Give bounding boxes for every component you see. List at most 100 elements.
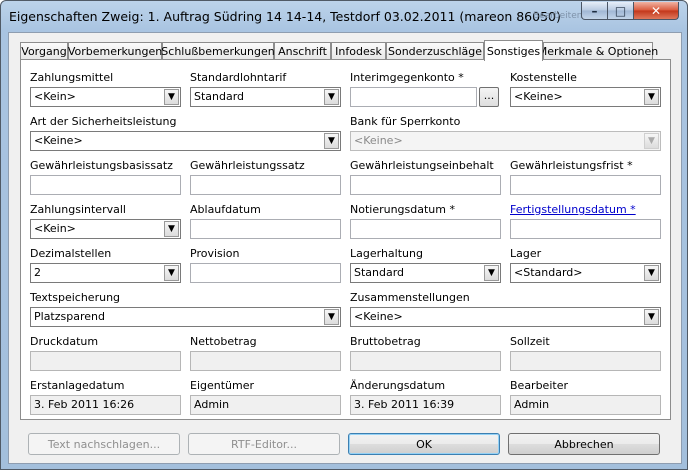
aenderungsdatum-label: Änderungsdatum xyxy=(350,379,446,392)
close-button[interactable]: ✕ xyxy=(633,2,679,20)
sicherheitsleistung-label: Art der Sicherheitsleistung xyxy=(30,115,177,128)
dialog-client-area: Vorgang Vorbemerkungen Schlußbemerkungen… xyxy=(8,32,682,464)
tab-sonderzuschlaege[interactable]: Sonderzuschläge xyxy=(386,42,484,60)
properties-dialog: Eigenschaften Zweig: 1. Auftrag Südring … xyxy=(0,0,688,470)
chevron-down-icon[interactable]: ▼ xyxy=(324,133,339,149)
zahlungsintervall-select[interactable]: <Kein> ▼ xyxy=(30,219,181,239)
bruttobetrag-label: Bruttobetrag xyxy=(350,335,421,348)
sonstiges-panel: Zahlungsmittel <Kein> ▼ Standardlohntarif… xyxy=(20,59,671,420)
gewbasissatz-input[interactable] xyxy=(30,175,181,195)
tab-anschrift[interactable]: Anschrift xyxy=(274,42,331,60)
interimgegenkonto-input[interactable] xyxy=(350,87,477,107)
sperrkonto-value: <Keine> xyxy=(354,134,403,147)
chevron-down-icon[interactable]: ▼ xyxy=(164,221,179,237)
textspeicherung-select[interactable]: Platzsparend ▼ xyxy=(30,307,341,327)
geweinbehalt-input[interactable] xyxy=(350,175,501,195)
ablaufdatum-label: Ablaufdatum xyxy=(190,203,261,216)
zahlungsintervall-label: Zahlungsintervall xyxy=(30,203,126,216)
ok-button[interactable]: OK xyxy=(348,433,500,455)
dezimalstellen-select[interactable]: 2 ▼ xyxy=(30,263,181,283)
gewfrist-input[interactable] xyxy=(510,175,661,195)
fertigstellungsdatum-link[interactable]: Fertigstellungsdatum * xyxy=(510,203,636,216)
notierungsdatum-input[interactable] xyxy=(350,219,501,239)
sollzeit-field xyxy=(510,351,661,371)
standardlohntarif-label: Standardlohntarif xyxy=(190,71,287,84)
nettobetrag-label: Nettobetrag xyxy=(190,335,257,348)
lager-label: Lager xyxy=(510,247,542,260)
chevron-down-icon[interactable]: ▼ xyxy=(324,309,339,325)
chevron-down-icon[interactable]: ▼ xyxy=(484,265,499,281)
ablaufdatum-input[interactable] xyxy=(190,219,341,239)
gewfrist-label: Gewährleistungsfrist * xyxy=(510,159,633,172)
zahlungsmittel-select[interactable]: <Kein> ▼ xyxy=(30,87,181,107)
eigentuemer-label: Eigentümer xyxy=(190,379,255,392)
zahlungsmittel-value: <Kein> xyxy=(34,90,76,103)
chevron-down-icon[interactable]: ▼ xyxy=(324,89,339,105)
chevron-down-icon[interactable]: ▼ xyxy=(644,309,659,325)
interimgegenkonto-browse-button[interactable]: ... xyxy=(479,87,499,107)
sperrkonto-label: Bank für Sperrkonto xyxy=(350,115,461,128)
textspeicherung-label: Textspeicherung xyxy=(30,291,121,304)
standardlohntarif-value: Standard xyxy=(194,90,245,103)
sicherheitsleistung-select[interactable]: <Keine> ▼ xyxy=(30,131,341,151)
minimize-button[interactable]: – xyxy=(581,2,608,20)
bearbeiter-label: Bearbeiter xyxy=(510,379,568,392)
gewsatz-label: Gewährleistungssatz xyxy=(190,159,305,172)
zahlungsmittel-label: Zahlungsmittel xyxy=(30,71,114,84)
minimize-icon: – xyxy=(591,3,598,18)
close-icon: ✕ xyxy=(650,3,662,18)
sollzeit-label: Sollzeit xyxy=(510,335,550,348)
druckdatum-label: Druckdatum xyxy=(30,335,99,348)
lagerhaltung-label: Lagerhaltung xyxy=(350,247,423,260)
zusammenstellungen-value: <Keine> xyxy=(354,310,403,323)
chevron-down-icon[interactable]: ▼ xyxy=(164,89,179,105)
background-window-text: Bearbeiten xyxy=(533,11,583,21)
chevron-down-icon[interactable]: ▼ xyxy=(164,265,179,281)
tab-sonstiges[interactable]: Sonstiges xyxy=(484,40,543,61)
provision-label: Provision xyxy=(190,247,240,260)
notierungsdatum-label: Notierungsdatum * xyxy=(350,203,455,216)
druckdatum-field xyxy=(30,351,181,371)
tab-vorbemerkungen[interactable]: Vorbemerkungen xyxy=(68,42,162,60)
tab-merkmale-optionen[interactable]: Merkmale & Optionen xyxy=(538,42,658,60)
standardlohntarif-select[interactable]: Standard ▼ xyxy=(190,87,341,107)
aenderungsdatum-field: 3. Feb 2011 16:39 xyxy=(350,395,501,415)
sperrkonto-select: <Keine> ▼ xyxy=(350,131,661,151)
tab-schlussbemerkungen[interactable]: Schlußbemerkungen xyxy=(161,42,275,60)
kostenstelle-select[interactable]: <Keine> ▼ xyxy=(510,87,661,107)
bruttobetrag-field xyxy=(350,351,501,371)
lagerhaltung-select[interactable]: Standard ▼ xyxy=(350,263,501,283)
gewbasissatz-label: Gewährleistungsbasissatz xyxy=(30,159,173,172)
kostenstelle-value: <Keine> xyxy=(514,90,563,103)
bearbeiter-field: Admin xyxy=(510,395,661,415)
maximize-button[interactable]: □ xyxy=(607,2,634,20)
rtf-editor-button: RTF-Editor... xyxy=(188,433,340,455)
gewsatz-input[interactable] xyxy=(190,175,341,195)
abbrechen-button[interactable]: Abbrechen xyxy=(508,433,660,455)
chevron-down-icon[interactable]: ▼ xyxy=(644,265,659,281)
fertigstellungsdatum-input[interactable] xyxy=(510,219,661,239)
sicherheitsleistung-value: <Keine> xyxy=(34,134,83,147)
tab-infodesk[interactable]: Infodesk xyxy=(331,42,386,60)
nettobetrag-field xyxy=(190,351,341,371)
zahlungsintervall-value: <Kein> xyxy=(34,222,76,235)
lager-value: <Standard> xyxy=(514,266,583,279)
lagerhaltung-value: Standard xyxy=(354,266,405,279)
chevron-down-icon: ▼ xyxy=(644,133,659,149)
dezimalstellen-value: 2 xyxy=(34,266,41,279)
maximize-icon: □ xyxy=(614,3,627,18)
chevron-down-icon[interactable]: ▼ xyxy=(644,89,659,105)
provision-input[interactable] xyxy=(190,263,341,283)
kostenstelle-label: Kostenstelle xyxy=(510,71,577,84)
window-title: Eigenschaften Zweig: 1. Auftrag Südring … xyxy=(9,9,561,24)
tab-vorgang[interactable]: Vorgang xyxy=(20,42,68,60)
eigentuemer-field: Admin xyxy=(190,395,341,415)
lager-select[interactable]: <Standard> ▼ xyxy=(510,263,661,283)
textspeicherung-value: Platzsparend xyxy=(34,310,105,323)
zusammenstellungen-label: Zusammenstellungen xyxy=(350,291,470,304)
text-nachschlagen-button: Text nachschlagen... xyxy=(28,433,180,455)
erstanlagedatum-label: Erstanlagedatum xyxy=(30,379,125,392)
erstanlagedatum-field: 3. Feb 2011 16:26 xyxy=(30,395,181,415)
dezimalstellen-label: Dezimalstellen xyxy=(30,247,112,260)
zusammenstellungen-select[interactable]: <Keine> ▼ xyxy=(350,307,661,327)
